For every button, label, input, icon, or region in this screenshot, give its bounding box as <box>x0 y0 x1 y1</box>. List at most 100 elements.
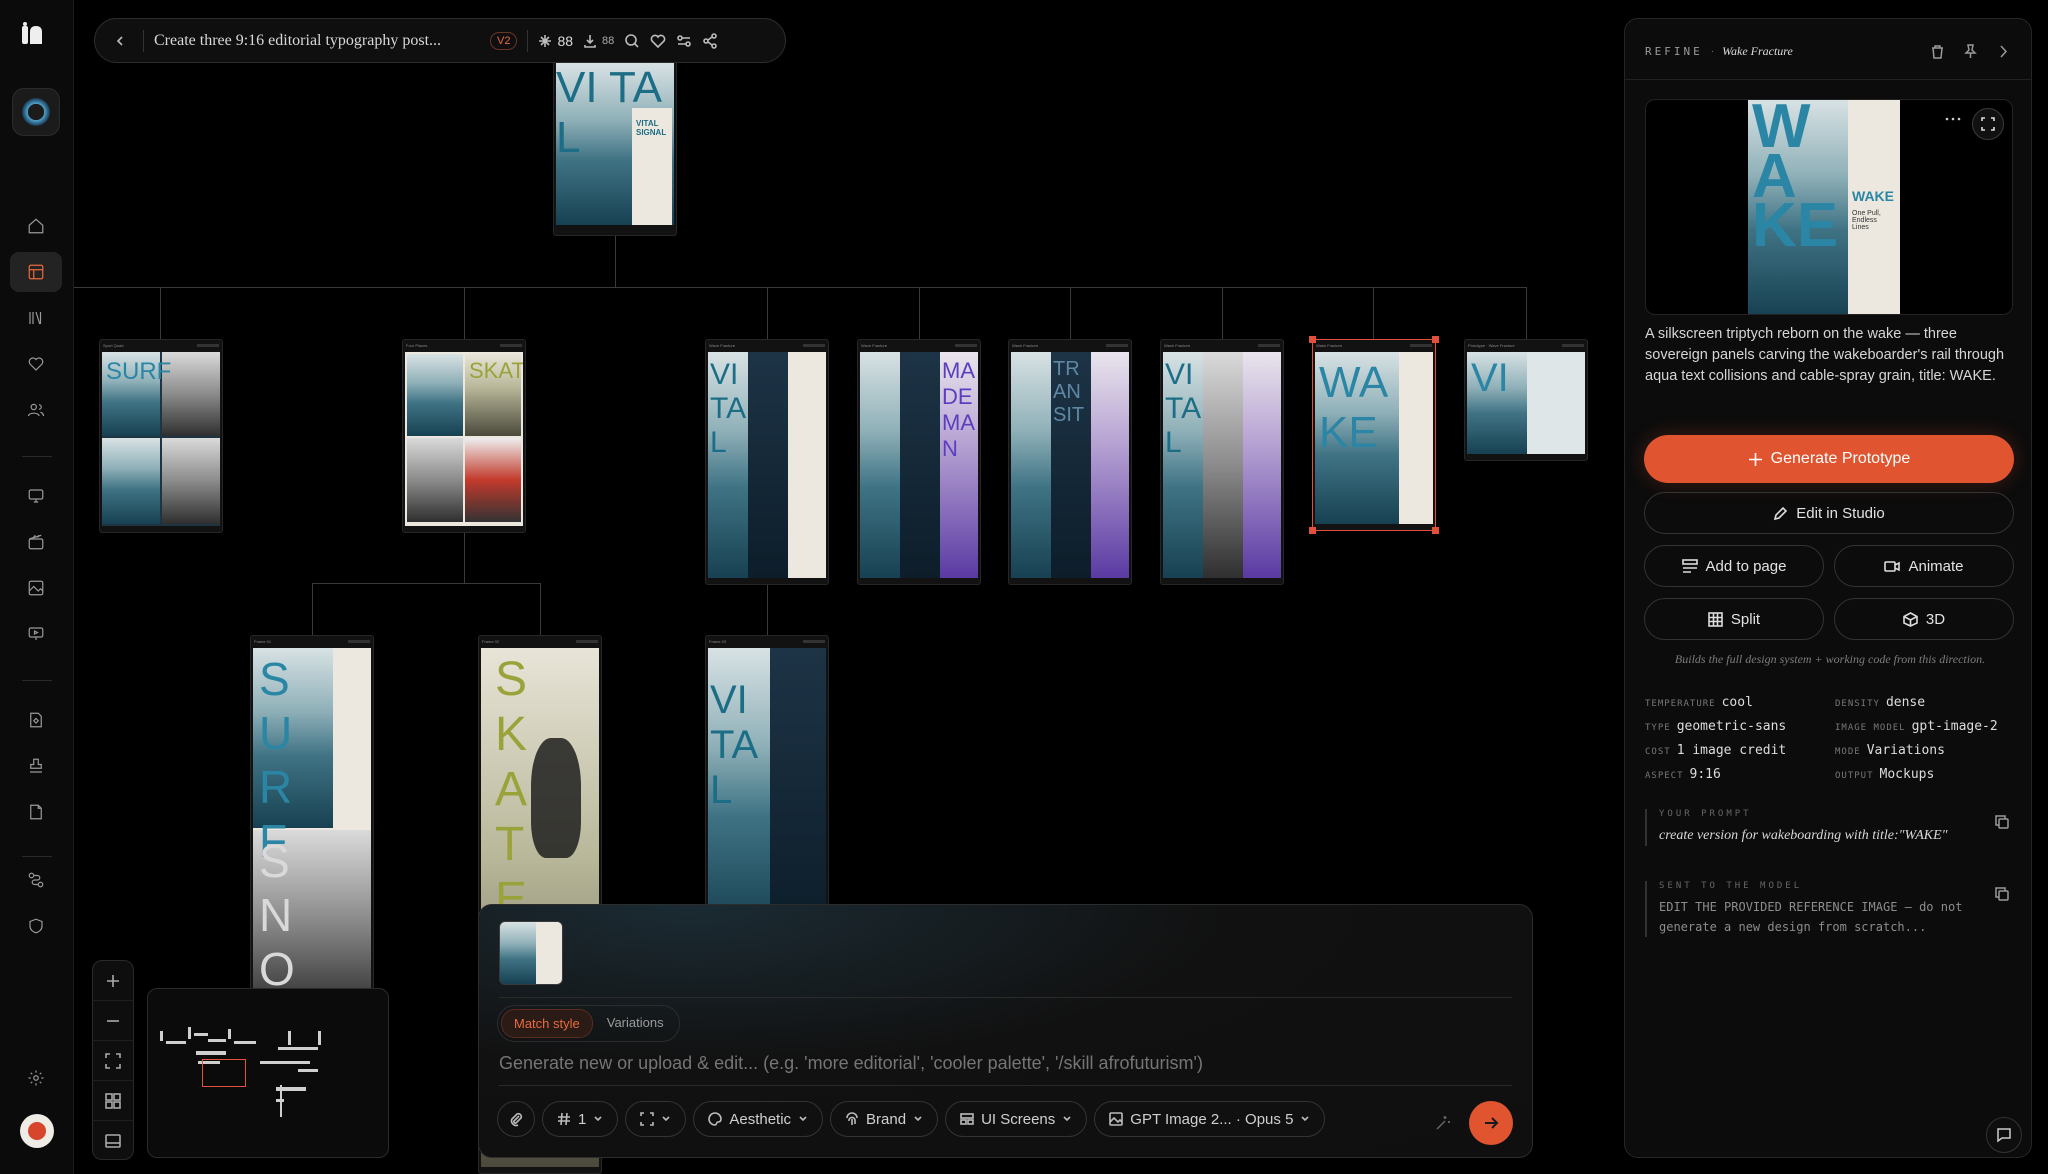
minimap-toggle-button[interactable] <box>93 1121 133 1161</box>
brand-kit-icon[interactable] <box>10 700 62 740</box>
feedback-chat-button[interactable] <box>1986 1117 2022 1153</box>
docs-icon[interactable] <box>10 792 62 832</box>
chevron-right-icon[interactable] <box>1996 44 2011 59</box>
arrow-right-icon <box>1485 1117 1499 1129</box>
animate-button[interactable]: Animate <box>1834 545 2014 587</box>
divider <box>499 997 1512 998</box>
brand-select[interactable]: Brand <box>830 1101 939 1137</box>
panel-design-name: Wake Fracture <box>1722 43 1793 58</box>
heart-icon[interactable] <box>10 344 62 384</box>
users-icon[interactable] <box>10 390 62 430</box>
aesthetic-select[interactable]: Aesthetic <box>693 1101 824 1137</box>
zoom-in-button[interactable] <box>93 961 133 1001</box>
preview-poster: WA KE WAKE One Pull, Endless Lines <box>1748 100 1900 314</box>
cube-icon <box>1903 611 1918 627</box>
root-poster-subtitle: VITAL SIGNAL <box>636 119 667 137</box>
aspect-select[interactable] <box>625 1101 687 1137</box>
build-note: Builds the full design system + working … <box>1674 652 1986 666</box>
downloads-value: 88 <box>602 34 615 47</box>
connector <box>74 287 1527 288</box>
minimap[interactable] <box>147 988 389 1158</box>
node-wave-fracture-2[interactable]: Wave Fracture MADE MAN <box>857 339 981 585</box>
resize-handle[interactable] <box>1432 336 1439 343</box>
resize-handle[interactable] <box>1432 527 1439 534</box>
user-avatar[interactable] <box>20 1114 54 1148</box>
library-icon[interactable] <box>10 298 62 338</box>
three-d-button[interactable]: 3D <box>1834 598 2014 640</box>
edit-in-studio-button[interactable]: Edit in Studio <box>1644 492 2014 534</box>
workflow-icon[interactable] <box>10 860 62 900</box>
clapperboard-icon[interactable] <box>10 522 62 562</box>
node-wake-fracture-selected[interactable]: Wake Fracture WAKE <box>1309 336 1439 534</box>
sparkle-icon <box>539 34 552 47</box>
search-icon[interactable] <box>624 33 640 49</box>
node-frame-03[interactable]: Frame 03 VITAL <box>705 635 829 935</box>
node-prototype-wave-fracture[interactable]: Prototype · Wave Fracture VI <box>1464 339 1588 461</box>
tab-match-style[interactable]: Match style <box>501 1009 593 1038</box>
attach-button[interactable] <box>497 1101 535 1137</box>
node-headline: SKATE <box>495 653 528 926</box>
monitor-icon[interactable] <box>10 476 62 516</box>
tab-variations[interactable]: Variations <box>595 1009 676 1038</box>
split-button[interactable]: Split <box>1644 598 1824 640</box>
app-logo-icon[interactable] <box>21 22 49 46</box>
copy-icon[interactable] <box>1995 815 2009 829</box>
node-frame-01[interactable]: Frame 01 SURF SNOW <box>250 635 374 1015</box>
nav-divider <box>22 856 52 857</box>
enhance-sparkle-icon[interactable] <box>1433 1113 1453 1133</box>
compare-icon[interactable] <box>676 33 692 49</box>
send-button[interactable] <box>1469 1101 1513 1145</box>
ui-screens-select[interactable]: UI Screens <box>945 1101 1088 1137</box>
grid-view-button[interactable] <box>93 1081 133 1121</box>
fullscreen-button[interactable] <box>1972 108 2004 140</box>
root-poster-node[interactable]: VI TA L VITAL SIGNAL <box>553 60 677 236</box>
back-button[interactable] <box>107 28 133 54</box>
fit-view-button[interactable] <box>93 1041 133 1081</box>
connector <box>767 583 768 635</box>
shield-icon[interactable] <box>10 906 62 946</box>
favorite-heart-icon[interactable] <box>650 33 666 49</box>
model-select[interactable]: GPT Image 2... · Opus 5 <box>1094 1101 1326 1137</box>
canvas-grid-icon[interactable] <box>10 252 62 292</box>
project-switcher[interactable] <box>12 88 60 136</box>
split-label: Split <box>1730 610 1761 628</box>
preview-image[interactable]: WA KE WAKE One Pull, Endless Lines <box>1645 99 2013 315</box>
count-select[interactable]: 1 <box>542 1101 619 1137</box>
node-wave-fracture-3[interactable]: Wave Fracture TRANSIT <box>1008 339 1132 585</box>
version-badge[interactable]: V2 <box>490 31 518 50</box>
generate-prototype-button[interactable]: Generate Prototype <box>1644 435 2014 483</box>
settings-gear-icon[interactable] <box>10 1058 62 1098</box>
node-wave-fracture-4[interactable]: Wave Fracture VITAL <box>1160 339 1284 585</box>
share-icon[interactable] <box>702 32 718 49</box>
aesthetic-label: Aesthetic <box>729 1110 792 1128</box>
node-art: TRANSIT <box>1011 352 1129 578</box>
node-art: VI <box>1467 352 1585 454</box>
node-sport-quad[interactable]: Sport Quad SURF <box>99 339 223 533</box>
zoom-out-button[interactable] <box>93 1001 133 1041</box>
resize-handle[interactable] <box>1309 527 1316 534</box>
presentation-icon[interactable] <box>10 614 62 654</box>
trash-icon[interactable] <box>1930 44 1945 59</box>
node-wave-fracture-1[interactable]: Wave Fracture VITAL <box>705 339 829 585</box>
likes-count[interactable]: 88 <box>538 33 573 49</box>
session-title[interactable]: Create three 9:16 editorial typography p… <box>154 32 480 50</box>
stamp-icon[interactable] <box>10 746 62 786</box>
more-options-icon[interactable] <box>1944 116 1962 122</box>
palette-icon <box>708 1112 723 1126</box>
home-icon[interactable] <box>10 206 62 246</box>
images-icon[interactable] <box>10 568 62 608</box>
add-to-page-button[interactable]: Add to page <box>1644 545 1824 587</box>
reference-thumbnail[interactable] <box>499 921 563 985</box>
minimap-viewport[interactable] <box>202 1059 246 1087</box>
copy-icon[interactable] <box>1995 887 2009 901</box>
pin-icon[interactable] <box>1963 43 1978 59</box>
connector <box>540 583 541 635</box>
nav-divider <box>22 456 52 457</box>
node-toolbar <box>803 639 825 643</box>
resize-handle[interactable] <box>1309 336 1316 343</box>
node-four-places[interactable]: Four Places SKATE <box>402 339 526 533</box>
prompt-input[interactable] <box>499 1053 1499 1074</box>
downloads-count[interactable]: 88 <box>583 34 614 48</box>
sent-to-model-label: SENT TO THE MODEL <box>1659 881 1803 891</box>
grid-icon <box>105 1092 121 1109</box>
